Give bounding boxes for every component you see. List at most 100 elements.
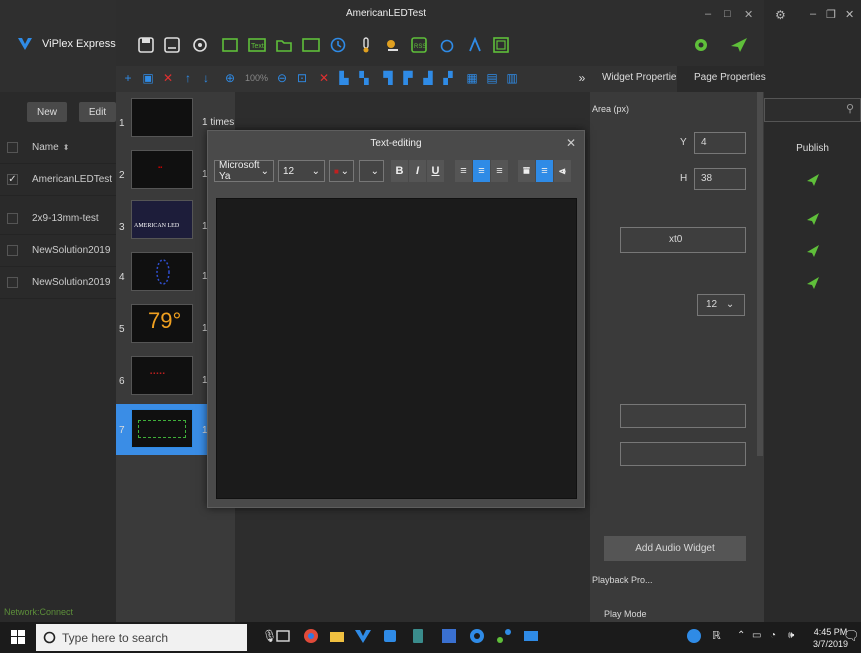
minimize-icon[interactable]: – [705,8,711,20]
fit-icon[interactable]: ⊡ [294,70,310,86]
name-column-header[interactable]: Name [32,142,59,153]
timer-icon[interactable] [436,34,458,56]
bold-button[interactable]: B [391,160,408,182]
solution-checkbox[interactable]: ✓ [7,174,18,185]
y-input[interactable]: 4 [694,132,746,154]
playback-section-label[interactable]: Playback Pro... [592,575,653,585]
align-right-icon[interactable]: ▞ [440,70,456,86]
page-thumbnail[interactable]: 79° [131,304,193,343]
clock-icon[interactable] [327,34,349,56]
publish-solution-icon[interactable] [806,173,820,187]
device-taskbar-icon[interactable] [410,628,426,644]
folder-icon[interactable] [273,34,295,56]
align-top-icon[interactable]: ▜ [380,70,396,86]
delete-page-icon[interactable]: ✕ [160,70,176,86]
same-size-icon[interactable]: ▥ [504,70,520,86]
text-editor-area[interactable] [216,198,577,499]
publish-icon[interactable] [728,34,750,56]
app-minimize-icon[interactable]: – [810,8,816,20]
more-tools-button[interactable]: » [574,70,590,86]
valign-bottom-button[interactable]: ⩹ [554,160,571,182]
people-tray-icon[interactable]: ℝ [712,629,721,642]
widget-name-input[interactable]: xt0 [620,227,746,253]
underline-button[interactable]: U [427,160,444,182]
solution-row[interactable]: NewSolution2019 [0,235,116,267]
page-thumbnail[interactable] [131,252,193,291]
help-tray-icon[interactable] [686,628,702,644]
app-close-icon[interactable]: ✕ [845,8,854,21]
viplex-taskbar-icon[interactable] [355,628,371,644]
maximize-icon[interactable]: □ [724,8,731,20]
app-settings-icon[interactable]: ⚙ [775,8,786,22]
volume-tray-icon[interactable]: 🕪︎ [788,630,794,641]
align-center-button[interactable]: ≡ [473,160,490,182]
tab-page-properties[interactable]: Page Properties [694,72,766,83]
wifi-tray-icon[interactable]: ◔ [770,630,776,641]
text-widget-icon[interactable]: Text [246,34,268,56]
app-restore-icon[interactable]: ❐ [826,8,836,21]
italic-button[interactable]: I [409,160,426,182]
battery-tray-icon[interactable]: ▭ [752,630,761,641]
valign-top-button[interactable]: ⩸ [518,160,535,182]
edge-icon[interactable] [469,628,485,644]
area-section-label[interactable]: Area (px) [592,104,629,114]
page-thumbnail-selected[interactable] [131,409,193,448]
page-thumbnail[interactable]: ▪▪ [131,150,193,189]
video-widget-icon[interactable] [219,34,241,56]
align-left-button[interactable]: ≡ [455,160,472,182]
preview-icon[interactable] [690,34,712,56]
move-up-icon[interactable]: ↑ [180,70,196,86]
network-tool-icon[interactable] [496,628,512,644]
h-input[interactable]: 38 [694,168,746,190]
zoom-out-icon[interactable]: ⊖ [274,70,290,86]
solution-checkbox[interactable] [7,213,18,224]
publish-solution-icon[interactable] [806,276,820,290]
align-bottom-icon[interactable]: ▟ [420,70,436,86]
save-icon[interactable] [135,34,157,56]
edit-solution-button[interactable]: Edit [79,102,116,122]
close-icon[interactable]: ✕ [744,8,753,21]
move-down-icon[interactable]: ↓ [198,70,214,86]
solution-row[interactable]: ✓ AmericanLEDTest [0,164,116,196]
delete-widget-icon[interactable]: ✕ [316,70,332,86]
dialog-close-icon[interactable]: ✕ [566,136,576,150]
file-explorer-icon[interactable] [329,628,345,644]
distribute-v-icon[interactable]: ▤ [484,70,500,86]
copy-page-icon[interactable]: ▣ [140,70,156,86]
task-view-icon[interactable] [275,628,291,644]
align-right-button[interactable]: ≡ [491,160,508,182]
taskbar-search-box[interactable]: Type here to search [36,624,247,651]
page-thumbnail[interactable] [131,98,193,137]
datetime-widget-icon[interactable] [300,34,322,56]
align-left-icon[interactable]: ▙ [336,70,352,86]
image-viewer-icon[interactable] [523,628,539,644]
tab-widget-properties[interactable]: Widget Properties [602,72,681,83]
settings-icon[interactable] [189,34,211,56]
tray-chevron-icon[interactable]: ⌃ [737,630,745,641]
dialog-font-size-select[interactable]: 12 ⌄ [278,160,325,182]
solution-checkbox[interactable] [7,245,18,256]
rss-icon[interactable]: RSS [408,34,430,56]
tool-taskbar-icon[interactable] [441,628,457,644]
save-as-icon[interactable] [161,34,183,56]
windows-start-icon[interactable] [11,630,25,644]
effect-select[interactable] [620,404,746,428]
select-all-checkbox[interactable] [7,142,18,153]
valign-middle-button[interactable]: ≡ [536,160,553,182]
solution-row[interactable]: NewSolution2019 [0,267,116,299]
web-widget-icon[interactable] [490,34,512,56]
weather-icon[interactable] [381,34,403,56]
app-taskbar-icon[interactable] [382,628,398,644]
temperature-icon[interactable] [355,34,377,56]
align-middle-icon[interactable]: ▛ [400,70,416,86]
page-thumbnail[interactable]: AMERICAN LED [131,200,193,239]
notifications-icon[interactable]: 🗨︎ [843,628,860,644]
zoom-in-icon[interactable]: ⊕ [222,70,238,86]
new-solution-button[interactable]: New [27,102,67,122]
font-family-select[interactable]: Microsoft Ya ⌄ [214,160,274,182]
solution-row[interactable]: 2x9-13mm-test [0,203,116,235]
text-color-select[interactable]: ■ ⌄ [329,160,354,182]
publish-solution-icon[interactable] [806,212,820,226]
sort-icon[interactable]: ⬍ [63,143,70,152]
add-audio-widget-button[interactable]: Add Audio Widget [604,536,746,561]
